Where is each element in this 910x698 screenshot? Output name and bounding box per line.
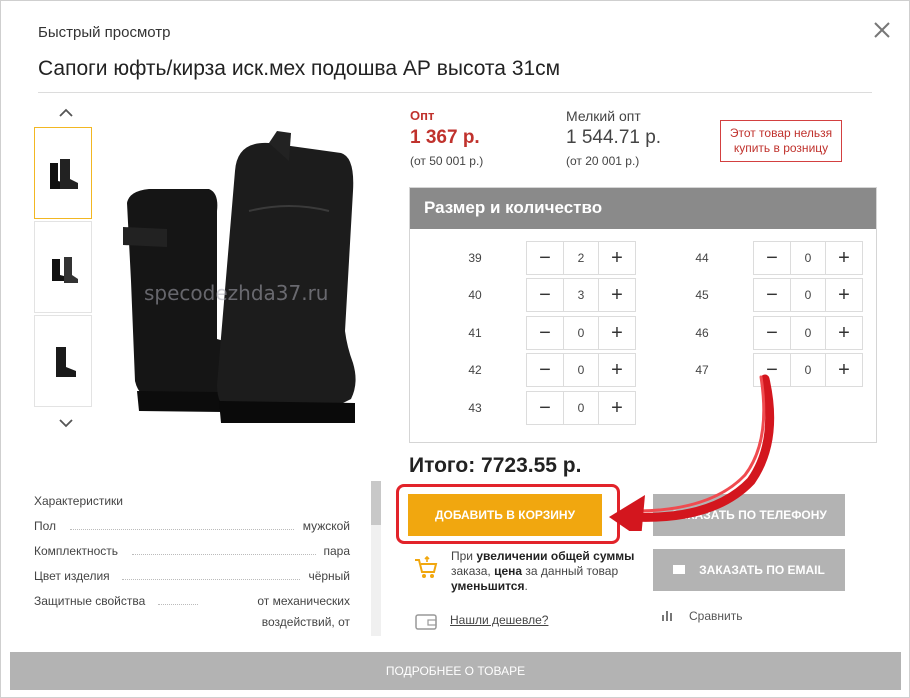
wholesale-label: Опт: [410, 108, 435, 123]
dotted-leader: [122, 579, 300, 580]
minus-button[interactable]: −: [527, 354, 563, 386]
size-label: 41: [468, 326, 482, 340]
thumbnail-2[interactable]: [34, 221, 92, 313]
characteristics-title: Характеристики: [34, 494, 123, 508]
minus-button[interactable]: −: [527, 279, 563, 311]
size-label: 39: [468, 251, 482, 265]
highlight-frame: [396, 484, 620, 544]
plus-button[interactable]: +: [599, 242, 635, 274]
promo-text-part: При: [451, 549, 477, 563]
wallet-icon: [415, 614, 437, 630]
dotted-leader: [70, 529, 294, 530]
characteristic-key: Пол: [34, 519, 57, 533]
chevron-up-icon[interactable]: [57, 107, 75, 119]
size-label: 45: [695, 288, 709, 302]
promo-text-part: за данный товар: [522, 564, 619, 578]
characteristic-key: Защитные свойства: [34, 594, 146, 608]
watermark: specodezhda37.ru: [144, 281, 329, 305]
order-by-email-label: ЗАКАЗАТЬ ПО EMAIL: [699, 563, 825, 577]
header-divider: [38, 92, 872, 93]
quick-view-modal: Быстрый просмотр Сапоги юфть/кирза иск.м…: [0, 0, 910, 698]
promo-text-part: .: [524, 579, 528, 593]
quantity-stepper: − 3 +: [526, 278, 636, 312]
product-title: Сапоги юфть/кирза иск.мех подошва АР выс…: [38, 57, 561, 80]
quantity-stepper: − 0 +: [753, 278, 863, 312]
boot-thumbnail-icon: [56, 347, 76, 377]
characteristic-value: чёрный: [308, 569, 350, 583]
quantity-input[interactable]: 0: [790, 242, 826, 274]
size-box-title: Размер и количество: [410, 188, 876, 229]
size-label: 46: [695, 326, 709, 340]
more-about-product-button[interactable]: ПОДРОБНЕЕ О ТОВАРЕ: [10, 652, 901, 690]
minus-button[interactable]: −: [754, 242, 790, 274]
thumbnail-3[interactable]: [34, 315, 92, 407]
quantity-stepper: − 0 +: [753, 316, 863, 350]
plus-button[interactable]: +: [826, 354, 862, 386]
plus-button[interactable]: +: [599, 317, 635, 349]
promo-text-bold: уменьшится: [451, 579, 525, 593]
wholesale-note: (от 50 001 р.): [410, 154, 484, 168]
plus-button[interactable]: +: [826, 279, 862, 311]
plus-button[interactable]: +: [599, 279, 635, 311]
characteristic-key: Цвет изделия: [34, 569, 110, 583]
minus-button[interactable]: −: [754, 279, 790, 311]
cart-icon: [415, 555, 438, 578]
retail-note: Этот товар нельзя купить в розницу: [720, 120, 842, 162]
minus-button[interactable]: −: [527, 317, 563, 349]
quantity-input[interactable]: 0: [563, 392, 599, 424]
compare-link[interactable]: Сравнить: [689, 609, 742, 623]
characteristic-value: воздействий, от: [261, 615, 350, 629]
small-wholesale-price: 1 544.71 р.: [566, 127, 662, 148]
promo-text-part: заказа,: [451, 564, 495, 578]
thumbnail-1[interactable]: [34, 127, 92, 219]
compare-chart-icon: [662, 611, 672, 621]
scrollbar-thumb[interactable]: [371, 481, 381, 525]
quantity-input[interactable]: 0: [790, 317, 826, 349]
promo-text-bold: увеличении общей суммы: [476, 549, 635, 563]
found-cheaper-link[interactable]: Нашли дешевле?: [450, 613, 548, 627]
quantity-input[interactable]: 0: [563, 317, 599, 349]
minus-button[interactable]: −: [527, 242, 563, 274]
small-wholesale-label: Мелкий опт: [566, 108, 641, 124]
dotted-leader: [132, 554, 316, 555]
size-label: 44: [695, 251, 709, 265]
promo-text-bold: цена: [494, 564, 523, 578]
boot-thumbnail-icon: [52, 257, 78, 283]
modal-header-label: Быстрый просмотр: [38, 24, 171, 41]
quantity-input[interactable]: 0: [563, 354, 599, 386]
plus-button[interactable]: +: [826, 242, 862, 274]
dotted-leader: [158, 604, 198, 605]
plus-button[interactable]: +: [826, 317, 862, 349]
quantity-stepper: − 0 +: [526, 316, 636, 350]
chevron-down-icon[interactable]: [57, 417, 75, 429]
size-label: 40: [468, 288, 482, 302]
characteristic-value: мужской: [302, 519, 350, 533]
quantity-input[interactable]: 3: [563, 279, 599, 311]
wholesale-price: 1 367 р.: [410, 127, 480, 148]
promo-text: При увеличении общей суммы заказа, цена …: [451, 549, 641, 594]
boot-thumbnail-icon: [50, 159, 78, 189]
order-total: Итого: 7723.55 р.: [409, 454, 582, 477]
size-label: 43: [468, 401, 482, 415]
characteristic-value: от механических: [257, 594, 350, 608]
small-wholesale-note: (от 20 001 р.): [566, 154, 640, 168]
size-label: 42: [468, 363, 482, 377]
characteristic-value: пара: [323, 544, 350, 558]
minus-button[interactable]: −: [527, 392, 563, 424]
quantity-input[interactable]: 0: [790, 279, 826, 311]
envelope-icon: [673, 565, 686, 575]
quantity-stepper: − 2 +: [526, 241, 636, 275]
order-by-email-button[interactable]: ЗАКАЗАТЬ ПО EMAIL: [653, 549, 845, 591]
characteristic-key: Комплектность: [34, 544, 119, 558]
annotation-arrow-icon: [609, 374, 775, 531]
close-icon[interactable]: [871, 19, 893, 41]
quantity-input[interactable]: 0: [790, 354, 826, 386]
minus-button[interactable]: −: [754, 317, 790, 349]
quantity-stepper: − 0 +: [753, 241, 863, 275]
quantity-input[interactable]: 2: [563, 242, 599, 274]
